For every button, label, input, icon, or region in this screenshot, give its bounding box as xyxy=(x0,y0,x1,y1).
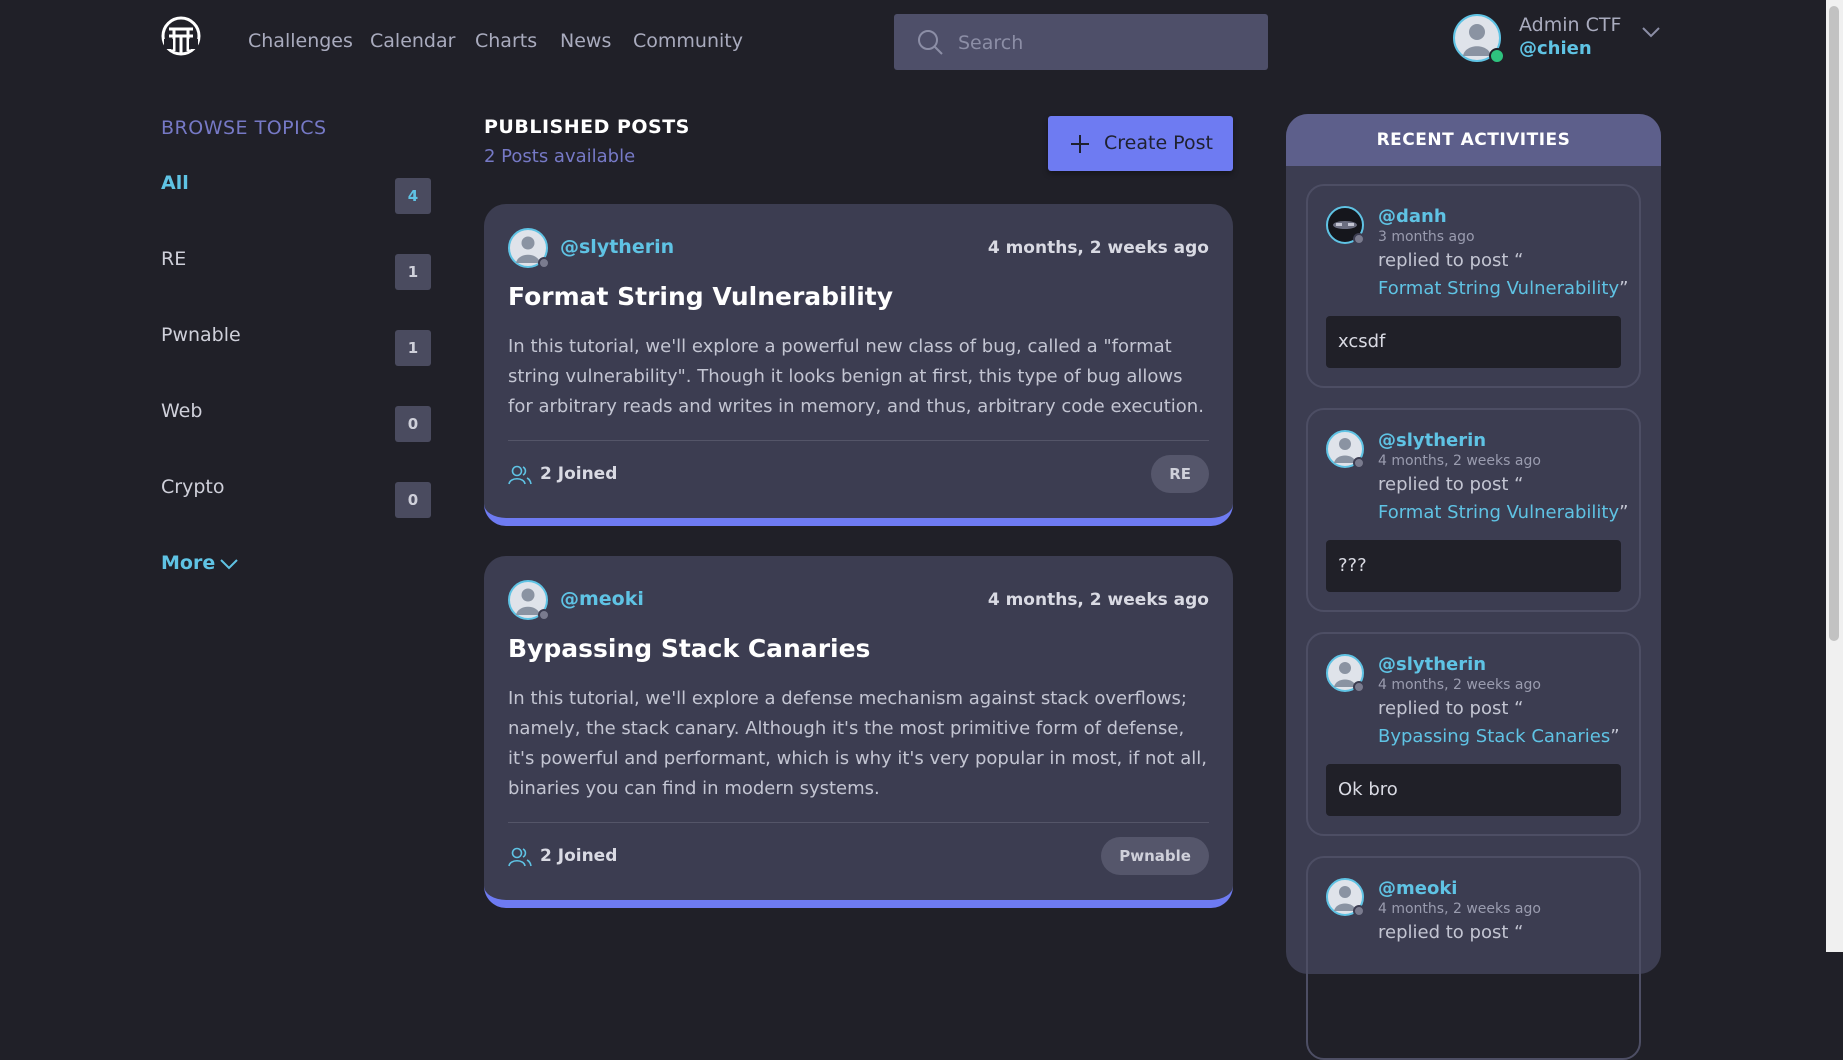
topic-count-badge: 1 xyxy=(395,330,431,366)
post-joined-count: 2 Joined xyxy=(540,464,618,484)
nav-challenges[interactable]: Challenges xyxy=(248,30,353,52)
activity-message: xcsdf xyxy=(1326,316,1621,368)
activity-user[interactable]: @slytherin xyxy=(1378,654,1486,675)
topic-count-badge: 0 xyxy=(395,482,431,518)
activity-time: 3 months ago xyxy=(1378,229,1475,245)
search-input[interactable] xyxy=(956,14,1250,72)
users-icon xyxy=(508,847,532,867)
users-icon xyxy=(508,465,532,485)
chevron-down-icon[interactable] xyxy=(1640,24,1662,40)
activity-message: Ok bro xyxy=(1326,764,1621,816)
site-logo[interactable] xyxy=(160,15,202,57)
activity-time: 4 months, 2 weeks ago xyxy=(1378,453,1541,469)
topic-pwnable[interactable]: Pwnable 1 xyxy=(161,324,431,366)
topic-count-badge: 1 xyxy=(395,254,431,290)
activity-item: @meoki 4 months, 2 weeks ago replied to … xyxy=(1306,856,1641,1060)
closing-quote: ” xyxy=(1619,278,1629,299)
activity-item: @danh 3 months ago replied to post “ For… xyxy=(1306,184,1641,388)
post-excerpt: In this tutorial, we'll explore a powerf… xyxy=(508,336,1204,417)
post-title[interactable]: Bypassing Stack Canaries xyxy=(508,634,870,663)
topic-all[interactable]: All 4 xyxy=(161,172,431,214)
topic-label: RE xyxy=(161,248,187,270)
activity-action: replied to post “ xyxy=(1378,250,1524,271)
activity-post-link[interactable]: Bypassing Stack Canaries” xyxy=(1378,726,1620,747)
activity-message: ??? xyxy=(1326,540,1621,592)
more-topics-link[interactable]: More xyxy=(161,552,215,574)
nav-news[interactable]: News xyxy=(560,30,611,52)
closing-quote: ” xyxy=(1610,726,1620,747)
nav-calendar[interactable]: Calendar xyxy=(370,30,455,52)
activity-item: @slytherin 4 months, 2 weeks ago replied… xyxy=(1306,632,1641,836)
post-joined-count: 2 Joined xyxy=(540,846,618,866)
post-divider xyxy=(508,440,1209,441)
activity-action: replied to post “ xyxy=(1378,922,1524,943)
activity-action: replied to post “ xyxy=(1378,474,1524,495)
post-tag[interactable]: RE xyxy=(1151,455,1209,493)
activity-time: 4 months, 2 weeks ago xyxy=(1378,901,1541,917)
recent-activities-heading: RECENT ACTIVITIES xyxy=(1286,114,1661,166)
nav-charts[interactable]: Charts xyxy=(475,30,537,52)
search-bar[interactable] xyxy=(894,14,1268,72)
topic-crypto[interactable]: Crypto 0 xyxy=(161,476,431,518)
activity-user[interactable]: @meoki xyxy=(1378,878,1457,899)
activity-user[interactable]: @slytherin xyxy=(1378,430,1486,451)
activity-item: @slytherin 4 months, 2 weeks ago replied… xyxy=(1306,408,1641,612)
create-post-button[interactable]: Create Post xyxy=(1048,116,1233,171)
activity-time: 4 months, 2 weeks ago xyxy=(1378,677,1541,693)
activity-avatar[interactable] xyxy=(1326,430,1364,468)
plus-icon xyxy=(1071,135,1089,153)
published-posts-heading: PUBLISHED POSTS xyxy=(484,116,690,138)
topic-re[interactable]: RE 1 xyxy=(161,248,431,290)
user-display-name: Admin CTF xyxy=(1519,14,1622,36)
author-avatar[interactable] xyxy=(508,580,548,620)
post-divider xyxy=(508,822,1209,823)
online-status-dot xyxy=(1489,48,1505,64)
topic-count-badge: 0 xyxy=(395,406,431,442)
scrollbar-thumb[interactable] xyxy=(1829,6,1839,641)
activity-avatar[interactable] xyxy=(1326,654,1364,692)
activity-post-link[interactable]: Format String Vulnerability” xyxy=(1378,502,1628,523)
activity-post-link[interactable]: Format String Vulnerability” xyxy=(1378,278,1628,299)
activity-user[interactable]: @danh xyxy=(1378,206,1447,227)
activity-post-title[interactable]: Bypassing Stack Canaries xyxy=(1378,726,1610,747)
post-card[interactable]: @slytherin 4 months, 2 weeks ago Format … xyxy=(484,204,1233,526)
recent-activities-panel: RECENT ACTIVITIES @danh 3 months ago rep… xyxy=(1286,114,1661,1060)
post-time: 4 months, 2 weeks ago xyxy=(987,590,1209,610)
browse-topics-heading: BROWSE TOPICS xyxy=(161,117,327,139)
post-author[interactable]: @meoki xyxy=(560,588,644,610)
user-avatar[interactable] xyxy=(1453,14,1505,64)
user-handle[interactable]: @chien xyxy=(1519,38,1592,59)
activity-action: replied to post “ xyxy=(1378,698,1524,719)
topic-label: Pwnable xyxy=(161,324,241,346)
search-icon xyxy=(918,30,943,55)
post-tag[interactable]: Pwnable xyxy=(1101,837,1209,875)
topic-label: Web xyxy=(161,400,203,422)
chevron-down-icon[interactable] xyxy=(218,556,240,572)
topic-count-badge: 4 xyxy=(395,178,431,214)
topic-label: All xyxy=(161,172,189,194)
topic-web[interactable]: Web 0 xyxy=(161,400,431,442)
topic-label: Crypto xyxy=(161,476,225,498)
post-author[interactable]: @slytherin xyxy=(560,236,674,258)
create-post-label: Create Post xyxy=(1104,132,1213,154)
activity-avatar[interactable] xyxy=(1326,878,1364,916)
post-card[interactable]: @meoki 4 months, 2 weeks ago Bypassing S… xyxy=(484,556,1233,908)
post-time: 4 months, 2 weeks ago xyxy=(987,238,1209,258)
nav-community[interactable]: Community xyxy=(633,30,743,52)
post-excerpt: In this tutorial, we'll explore a defens… xyxy=(508,688,1207,799)
author-avatar[interactable] xyxy=(508,228,548,268)
page-scrollbar[interactable] xyxy=(1826,0,1843,952)
closing-quote: ” xyxy=(1619,502,1629,523)
posts-count: 2 Posts available xyxy=(484,146,636,167)
activity-post-title[interactable]: Format String Vulnerability xyxy=(1378,502,1619,523)
activity-avatar[interactable] xyxy=(1326,206,1364,244)
activity-post-title[interactable]: Format String Vulnerability xyxy=(1378,278,1619,299)
post-title[interactable]: Format String Vulnerability xyxy=(508,282,893,311)
